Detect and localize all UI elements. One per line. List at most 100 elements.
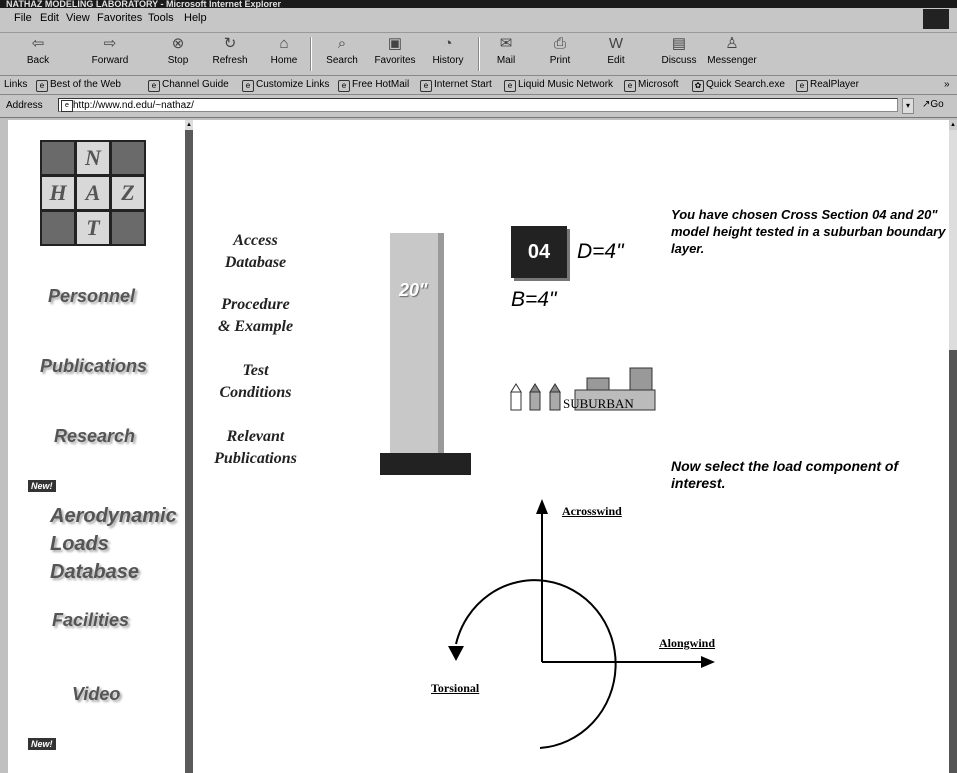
cross-section-badge: 04 [511,226,567,278]
links-bar: Links e Best of the Web e Channel Guide eC… [0,76,957,95]
refresh-icon: ↻ [223,35,237,52]
link-best-of-web[interactable]: e Best of the Web [36,79,121,92]
logo-letter-a: A [77,177,109,209]
menu-edit[interactable]: Edit [40,12,59,24]
forward-button[interactable]: ⇨ Forward [80,35,140,66]
model-tower [390,233,444,455]
print-button[interactable]: ⎙ Print [540,35,580,66]
ie-page-icon: e [504,80,516,92]
logo-bridge-image [112,212,144,244]
ie-page-icon: e [624,80,636,92]
new-badge: New! [28,480,56,492]
messenger-button[interactable]: ♙ Messenger [704,35,760,66]
main-frame-scrollbar[interactable]: ▲ [949,120,957,773]
nav-publications[interactable]: Publications [40,356,147,377]
nav-test-conditions[interactable]: Test Conditions [203,360,308,404]
search-icon: ⌕ [337,35,347,52]
nav-aerodynamic-loads-database[interactable]: Aerodynamic Loads Database [50,502,177,586]
edit-button[interactable]: W Edit [596,35,636,66]
acrosswind-link[interactable]: Acrosswind [562,504,622,519]
home-icon: ⌂ [279,35,289,52]
favorites-icon: ▣ [387,35,403,52]
ie-page-icon: e [148,80,160,92]
address-input[interactable]: e http://www.nd.edu/~nathaz/ [58,98,898,112]
menu-help[interactable]: Help [184,12,207,24]
link-free-hotmail[interactable]: e Free HotMail [338,79,409,92]
go-button[interactable]: ↗Go [922,99,944,110]
model-base [380,453,471,475]
left-frame: N H A Z T Personnel Publications Researc… [8,120,185,773]
menu-file[interactable]: File [14,12,32,24]
logo-tornado-image [42,142,74,174]
mail-button[interactable]: ✉ Mail [486,35,526,66]
menu-bar: File Edit View Favorites Tools Help [0,8,957,33]
nav-research[interactable]: Research [54,426,135,447]
nathaz-logo[interactable]: N H A Z T [40,140,146,246]
menu-favorites[interactable]: Favorites [97,12,142,24]
toolbar-separator [310,37,312,71]
ie-page-icon: e [796,80,808,92]
address-dropdown-icon[interactable]: ▾ [902,98,914,114]
link-quick-search[interactable]: ✿ Quick Search.exe [692,79,785,92]
edit-icon: W [608,35,624,52]
link-internet-start[interactable]: e Internet Start [420,79,492,92]
scroll-up-icon[interactable]: ▲ [949,120,957,130]
nav-facilities[interactable]: Facilities [52,610,129,631]
history-button[interactable]: ◔ History [426,35,470,66]
print-icon: ⎙ [553,35,566,52]
menu-view[interactable]: View [66,12,90,24]
menu-tools[interactable]: Tools [148,12,174,24]
left-frame-scrollbar[interactable]: ▲ [185,120,193,773]
load-component-diagram [448,499,715,749]
back-arrow-icon: ⇦ [31,35,45,52]
window-title: NATHAZ MODELING LABORATORY - Microsoft I… [6,0,282,8]
alongwind-link[interactable]: Alongwind [659,636,715,651]
ie-page-icon: e [61,100,73,112]
forward-arrow-icon: ⇨ [103,35,117,52]
nav-video[interactable]: Video [72,684,120,705]
ie-page-icon: e [420,80,432,92]
search-button[interactable]: ⌕ Search [320,35,364,66]
home-button[interactable]: ⌂ Home [264,35,304,66]
history-icon: ◔ [443,35,453,52]
selection-info: You have chosen Cross Section 04 and 20"… [671,207,946,256]
address-bar: Address e http://www.nd.edu/~nathaz/ ▾ ↗G… [0,95,957,118]
link-liquid-music[interactable]: e Liquid Music Network [504,79,613,92]
mail-icon: ✉ [499,35,513,52]
ie-page-icon: e [242,80,254,92]
address-label: Address [6,100,43,111]
stop-button[interactable]: ⊗ Stop [158,35,198,66]
nav-procedure-example[interactable]: Procedure & Example [203,294,308,338]
breadth-label: B=4" [511,288,557,311]
nav-access-database[interactable]: Access Database [203,230,308,274]
messenger-icon: ♙ [725,35,739,52]
scroll-up-icon[interactable]: ▲ [185,120,193,130]
links-overflow-icon[interactable]: » [944,79,950,90]
address-url: http://www.nd.edu/~nathaz/ [73,100,194,111]
discuss-button[interactable]: ▤ Discuss [656,35,702,66]
select-prompt: Now select the load component of interes… [671,458,899,491]
link-customize-links[interactable]: e Customize Links [242,79,329,92]
gear-icon: ✿ [692,80,704,92]
window-titlebar: NATHAZ MODELING LABORATORY - Microsoft I… [0,0,957,8]
back-button[interactable]: ⇦ Back [18,35,58,66]
logo-letter-z: Z [112,177,144,209]
ie-page-icon: e [36,80,48,92]
link-realplayer[interactable]: e RealPlayer [796,79,859,92]
link-microsoft[interactable]: e Microsoft [624,79,679,92]
refresh-button[interactable]: ↻ Refresh [208,35,252,66]
links-label: Links [4,79,28,90]
model-height-label: 20" [399,280,428,300]
new-badge: New! [28,738,56,750]
link-channel-guide[interactable]: e Channel Guide [148,79,229,92]
terrain-label: SUBURBAN [563,396,634,411]
nav-personnel[interactable]: Personnel [48,286,135,307]
logo-building-image [42,212,74,244]
favorites-button[interactable]: ▣ Favorites [370,35,420,66]
logo-letter-t: T [77,212,109,244]
torsional-link[interactable]: Torsional [431,681,479,696]
logo-letter-h: H [42,177,74,209]
scrollbar-thumb[interactable] [949,350,957,773]
toolbar-separator [478,37,480,71]
nav-relevant-publications[interactable]: Relevant Publications [197,426,314,470]
